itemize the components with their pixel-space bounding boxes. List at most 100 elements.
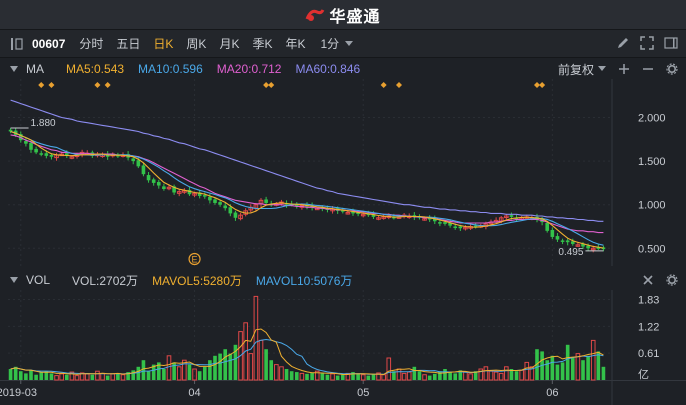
volume-bar: [570, 358, 575, 380]
tab-period-quarterly[interactable]: 季K: [252, 35, 272, 52]
candle-body: [228, 207, 233, 214]
candle-body: [545, 223, 550, 231]
volume-bar: [310, 372, 314, 380]
add-indicator-icon[interactable]: [618, 63, 630, 75]
draw-pencil-icon[interactable]: [616, 36, 630, 50]
candle-body: [146, 175, 151, 181]
volume-panel-header: VOL VOL:2702万 MAVOL5:5280万 MAVOL10:5076万: [0, 270, 686, 290]
x-tick-label: 04: [188, 387, 200, 399]
settings-gear-icon[interactable]: [666, 63, 678, 75]
volume-bar: [493, 371, 499, 381]
volume-bar: [208, 360, 212, 380]
tab-period-intraday[interactable]: 分时: [79, 35, 103, 52]
volume-bar: [284, 369, 289, 380]
collapse-caret-icon[interactable]: [10, 65, 18, 73]
volume-bar: [84, 373, 90, 381]
candle-body: [264, 199, 268, 203]
volume-bar: [218, 353, 222, 380]
fullscreen-icon[interactable]: [640, 36, 654, 50]
dividend-marker: [268, 82, 275, 88]
volume-bar: [463, 371, 468, 381]
volume-bar: [100, 372, 105, 381]
close-panel-icon[interactable]: [642, 274, 654, 286]
volume-bar: [601, 366, 606, 380]
tab-period-yearly[interactable]: 年K: [285, 35, 305, 52]
dividend-marker: [396, 82, 402, 88]
volume-bar: [49, 373, 54, 380]
adjust-mode-value: 前复权: [557, 62, 594, 77]
price-y-tick-label: 0.500: [638, 243, 666, 255]
volume-bar: [432, 373, 437, 380]
volume-bar: [105, 375, 110, 380]
tab-period-daily[interactable]: 日K: [153, 35, 173, 52]
price-indicator-name[interactable]: MA: [26, 62, 44, 76]
volume-bar: [74, 375, 80, 381]
brand-logo-icon: [306, 8, 325, 21]
adjust-mode-select[interactable]: 前复权: [558, 61, 606, 78]
settings-gear-icon[interactable]: [666, 274, 678, 286]
volume-bar: [366, 375, 371, 380]
min-price-label: 0.495: [558, 247, 583, 258]
candle-body: [218, 202, 222, 205]
dividend-marker: [380, 82, 387, 88]
tab-period-monthly[interactable]: 月K: [219, 35, 239, 52]
volume-bar: [90, 374, 95, 380]
panel-collapse-icon[interactable]: [10, 37, 24, 51]
volume-bar: [396, 368, 402, 381]
volume-bar: [498, 372, 504, 381]
volume-bar: [325, 374, 330, 380]
candle-body: [233, 212, 238, 218]
volume-bar: [120, 374, 126, 381]
dividend-marker: [48, 82, 55, 88]
volume-unit-label: 亿: [638, 368, 649, 381]
volume-chart[interactable]: 1.83 1.22 0.61 亿 2019-03 04 05 06: [0, 290, 686, 405]
volume-bar: [401, 372, 407, 381]
tab-period-5day[interactable]: 五日: [116, 35, 140, 52]
volume-bar: [228, 353, 233, 380]
volume-bar: [176, 366, 182, 381]
volume-bar: [504, 366, 509, 381]
dividend-marker: [104, 82, 111, 88]
brand-name: 华盛通: [329, 8, 381, 26]
volume-indicator-name[interactable]: VOL: [26, 273, 50, 287]
candle-body: [131, 158, 136, 162]
candle-body: [8, 129, 13, 132]
volume-bar: [386, 357, 392, 381]
volume-bar: [519, 369, 524, 381]
volume-bar: [581, 360, 585, 380]
volume-bar: [29, 370, 33, 380]
minute-period-select[interactable]: 1分: [320, 35, 354, 52]
candle-body: [156, 182, 161, 186]
volume-y-tick-label: 1.83: [638, 294, 659, 306]
tab-period-weekly[interactable]: 周K: [186, 35, 206, 52]
volume-bar: [586, 355, 590, 380]
candle-body: [49, 155, 54, 157]
volume-bar: [555, 364, 560, 380]
candle-body: [565, 240, 570, 243]
volume-bar: [248, 353, 254, 381]
price-chart[interactable]: 2.000 1.500 1.000 0.500 1.880 0.495 E: [0, 79, 686, 266]
vol-value: VOL:2702万: [72, 273, 139, 288]
collapse-caret-icon[interactable]: [10, 276, 18, 284]
x-tick-label: 05: [357, 387, 369, 399]
volume-bar: [448, 372, 452, 380]
volume-bar: [223, 349, 228, 380]
volume-bar: [565, 344, 570, 380]
volume-bar: [39, 372, 44, 380]
candle-body: [29, 142, 33, 150]
x-tick-label: 2019-03: [0, 387, 37, 399]
volume-bar: [274, 364, 279, 381]
candle-body: [453, 226, 458, 228]
volume-bar: [64, 374, 69, 380]
sidebar-toggle-icon[interactable]: [664, 36, 678, 50]
candle-body: [24, 141, 28, 144]
volume-bar: [253, 295, 259, 381]
minimize-icon[interactable]: [642, 63, 654, 75]
chart-toolbar: 00607 分时 五日 日K 周K 月K 季K 年K 1分: [0, 30, 686, 58]
mavol10-line: [10, 338, 604, 375]
volume-bar: [340, 374, 345, 380]
x-tick-label: 06: [546, 387, 558, 399]
volume-bar: [575, 353, 581, 381]
volume-bar: [187, 364, 192, 380]
volume-bar: [453, 373, 458, 380]
